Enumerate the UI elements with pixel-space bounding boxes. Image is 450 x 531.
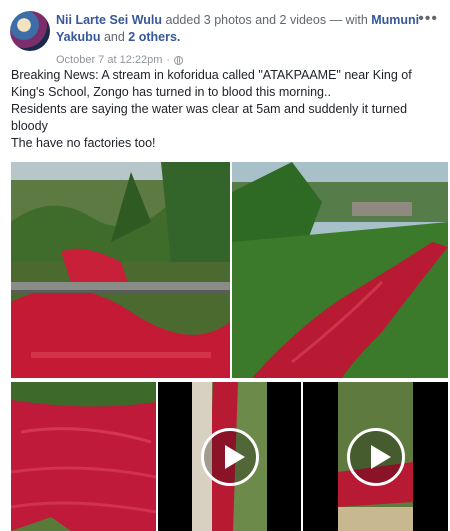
photo-2[interactable] bbox=[232, 162, 448, 378]
with-text: — with bbox=[329, 13, 368, 27]
post-line: The have no factories too! bbox=[11, 136, 156, 150]
play-icon[interactable] bbox=[346, 427, 405, 486]
post-action: added 3 photos and 2 videos bbox=[165, 13, 327, 27]
post-line: Breaking News: A stream in koforidua cal… bbox=[11, 68, 412, 99]
video-2[interactable] bbox=[303, 382, 448, 531]
media-grid bbox=[11, 162, 448, 531]
globe-icon[interactable] bbox=[174, 55, 184, 65]
post-header: Nii Larte Sei Wulu added 3 photos and 2 … bbox=[10, 8, 440, 68]
play-icon[interactable] bbox=[200, 427, 259, 486]
others-link[interactable]: 2 others. bbox=[128, 30, 180, 44]
and-text: and bbox=[103, 30, 125, 44]
post-line: Residents are saying the water was clear… bbox=[11, 102, 408, 133]
avatar[interactable] bbox=[10, 11, 50, 51]
separator: · bbox=[166, 54, 171, 66]
post-header-text: Nii Larte Sei Wulu added 3 photos and 2 … bbox=[56, 12, 426, 46]
post-body: Breaking News: A stream in koforidua cal… bbox=[11, 67, 441, 152]
photo-1-image bbox=[11, 162, 230, 378]
photo-2-image bbox=[232, 162, 448, 378]
photo-3-image bbox=[11, 382, 156, 531]
author-link[interactable]: Nii Larte Sei Wulu bbox=[56, 13, 162, 27]
video-1[interactable] bbox=[158, 382, 301, 531]
post-meta: October 7 at 12:22pm · bbox=[56, 54, 184, 66]
photo-1[interactable] bbox=[11, 162, 230, 378]
photo-3[interactable] bbox=[11, 382, 156, 531]
ellipsis-icon[interactable]: ••• bbox=[418, 10, 438, 28]
timestamp[interactable]: October 7 at 12:22pm bbox=[56, 54, 162, 66]
